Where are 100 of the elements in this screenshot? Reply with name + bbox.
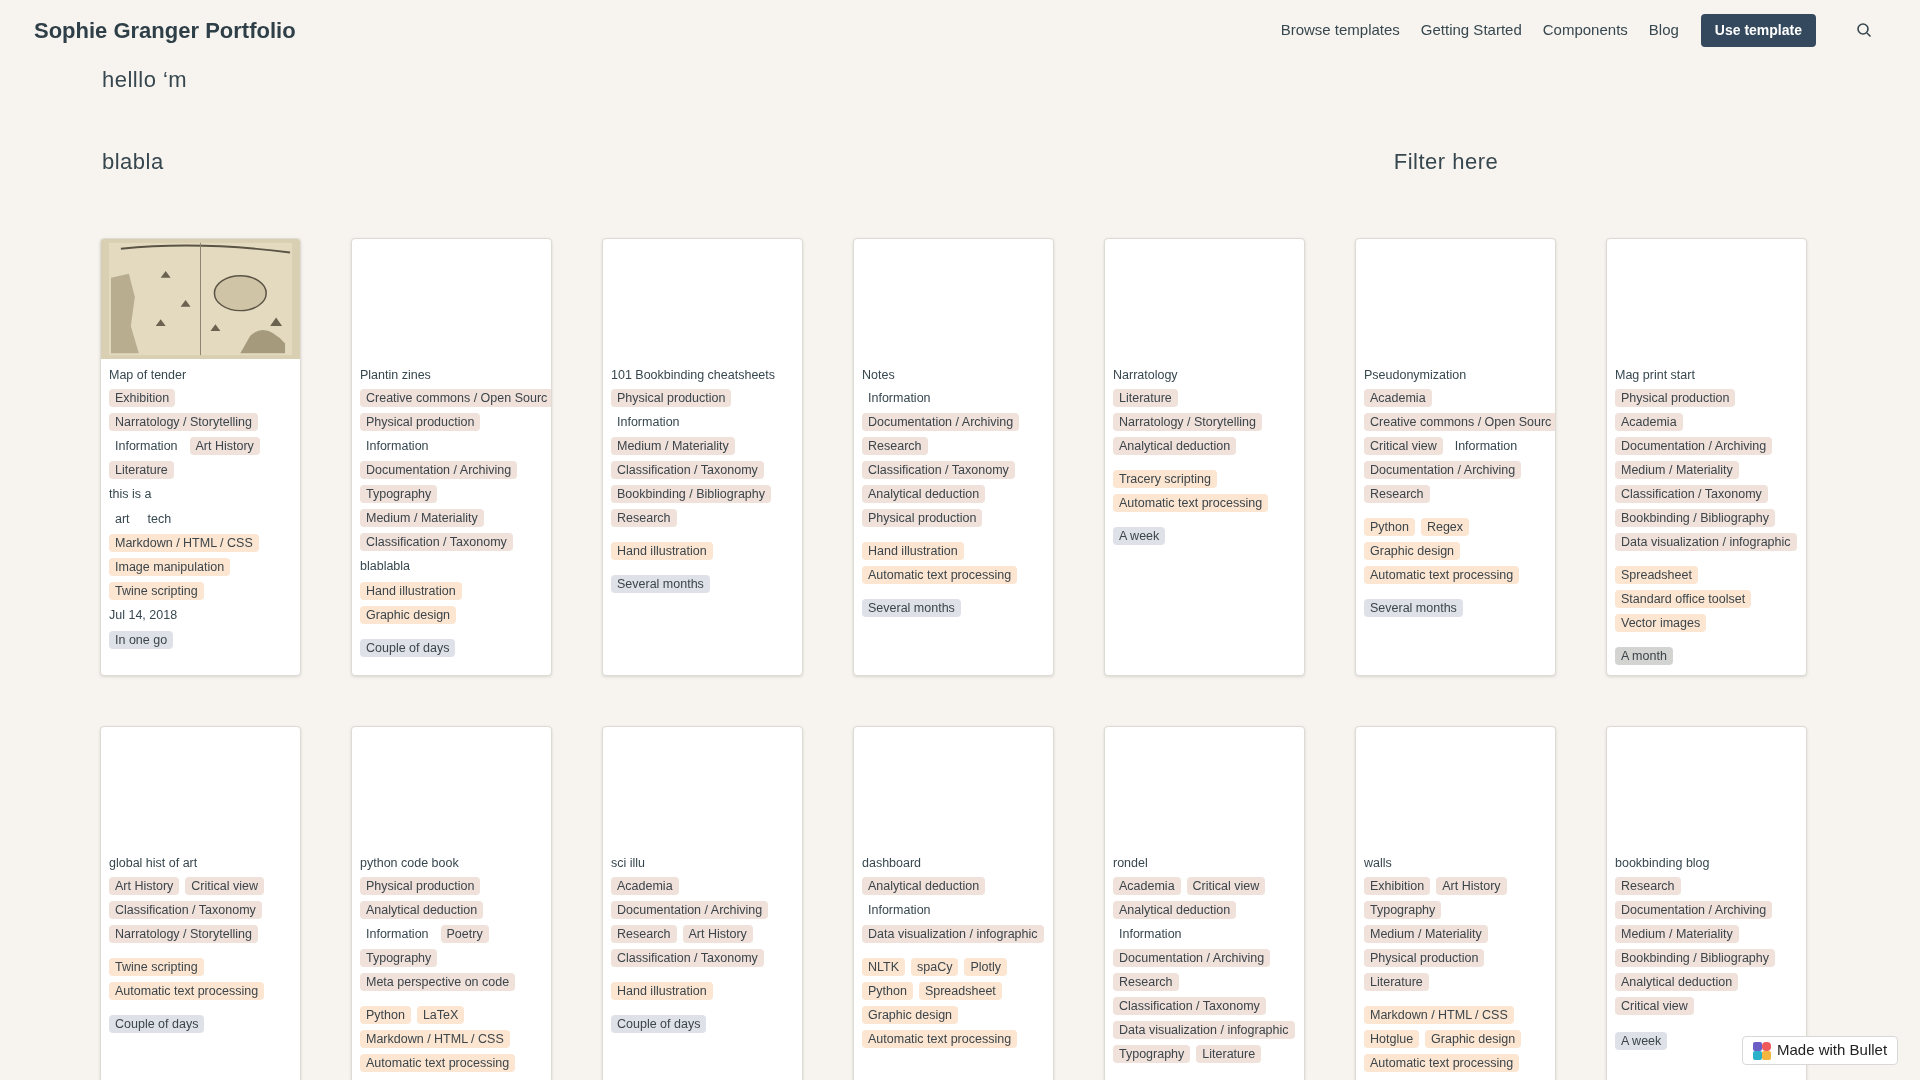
tag: Classification / Taxonomy bbox=[109, 901, 262, 919]
nav-link[interactable]: Browse templates bbox=[1280, 18, 1400, 42]
tag: Graphic design bbox=[360, 606, 457, 624]
tag: Tracery scripting bbox=[1113, 470, 1217, 488]
project-card[interactable]: sci illu Academia Documentation / Archiving Research Art History Classification / Taxonomy Hand illustration Couple of days bbox=[602, 726, 803, 1080]
nav-link[interactable]: Components bbox=[1542, 18, 1628, 42]
tag: Typography bbox=[360, 949, 438, 967]
tag: Regex bbox=[1420, 518, 1470, 536]
tag: Graphic design bbox=[1425, 1030, 1522, 1048]
tag: Documentation / Archiving bbox=[1615, 901, 1773, 919]
tag: Art History bbox=[682, 925, 753, 943]
tag: Art History bbox=[109, 877, 180, 895]
project-card[interactable]: Narratology Literature Narratology / Storytelling Analytical deduction Tracery scripting Automatic text processing A week bbox=[1104, 238, 1305, 676]
project-card[interactable]: walls Exhibition Art History Typography Medium / Materiality Physical production Literature Markdown / HTML / CSS Hotglue Graphic design Automatic text processing bbox=[1355, 726, 1556, 1080]
tag: Classification / Taxonomy bbox=[611, 461, 764, 479]
filter-label[interactable]: Filter here bbox=[1393, 148, 1499, 190]
tag-label: Information bbox=[365, 438, 430, 455]
tag: Automatic text processing bbox=[862, 566, 1018, 584]
made-with-bullet-badge[interactable]: Made with Bullet bbox=[1742, 1036, 1899, 1065]
tag: Analytical deduction bbox=[360, 901, 484, 919]
card-text: this is a bbox=[109, 486, 153, 502]
tag-label: Information bbox=[114, 438, 179, 455]
tag: Critical view bbox=[1364, 437, 1443, 455]
tag: Physical production bbox=[862, 509, 983, 527]
tag: Markdown / HTML / CSS bbox=[109, 534, 259, 552]
project-card[interactable]: rondel Academia Critical view Analytical deduction Information Documentation / Archiving Research Classification / Taxonomy Data visualization / infographic Typography Literature bbox=[1104, 726, 1305, 1080]
use-template-button[interactable]: Use template bbox=[1700, 13, 1816, 47]
card-title: Plantin zines bbox=[360, 367, 432, 383]
project-card[interactable]: dashboard Analytical deduction Information Data visualization / infographic NLTK spaCy Plotly Python Spreadsheet Graphic design Automatic text processing bbox=[853, 726, 1054, 1080]
tag: Art History bbox=[189, 437, 260, 455]
tag: Vector images bbox=[1615, 614, 1707, 632]
tag: Academia bbox=[1364, 389, 1432, 407]
tag: Narratology / Storytelling bbox=[1113, 413, 1262, 431]
card-title: 101 Bookbinding cheatsheets bbox=[611, 367, 776, 383]
tag: Image manipulation bbox=[109, 558, 231, 576]
project-card[interactable]: global hist of art Art History Critical view Classification / Taxonomy Narratology / Storytelling Twine scripting Automatic text processing Couple of days bbox=[100, 726, 301, 1080]
tag: spaCy bbox=[911, 958, 959, 976]
project-card[interactable]: Map of tender Exhibition Narratology / Storytelling Information Art History Literature this is a art tech Markdown / HTML / CSS Image manipulation Twine scripting Jul 14, 2018 In one go bbox=[100, 238, 301, 676]
tag: Bookbinding / Bibliography bbox=[1615, 509, 1776, 527]
tag: Hand illustration bbox=[611, 982, 713, 1000]
tag: Physical production bbox=[1364, 949, 1485, 967]
tag: Medium / Materiality bbox=[1615, 461, 1739, 479]
greeting-text: helllo ‘m bbox=[102, 66, 189, 94]
tag: Physical production bbox=[611, 389, 732, 407]
tag: Standard office toolset bbox=[1615, 590, 1752, 608]
project-card[interactable]: python code book Physical production Analytical deduction Information Poetry Typography Meta perspective on code Python LaTeX Markdown / HTML / CSS Automatic text processing bbox=[351, 726, 552, 1080]
project-card[interactable]: 101 Bookbinding cheatsheets Physical production Information Medium / Materiality Classification / Taxonomy Bookbinding / Bibliography Research Hand illustration Several months bbox=[602, 238, 803, 676]
site-title[interactable]: Sophie Granger Portfolio bbox=[34, 13, 296, 47]
card-title: walls bbox=[1364, 855, 1393, 871]
tag: Analytical deduction bbox=[1113, 901, 1237, 919]
card-title: rondel bbox=[1113, 855, 1149, 871]
tag: Documentation / Archiving bbox=[1364, 461, 1522, 479]
card-title: python code book bbox=[360, 855, 460, 871]
tag: Couple of days bbox=[109, 1015, 205, 1033]
card-title: global hist of art bbox=[109, 855, 199, 871]
tag-label: Information bbox=[365, 926, 430, 943]
logo-icon bbox=[1753, 1041, 1771, 1060]
card-title: Mag print start bbox=[1615, 367, 1696, 383]
tag: A week bbox=[1615, 1032, 1668, 1050]
project-card[interactable] bbox=[351, 238, 552, 676]
card-text: blablabla bbox=[360, 558, 412, 574]
search-icon[interactable] bbox=[1856, 22, 1872, 38]
tag: Physical production bbox=[1615, 389, 1736, 407]
project-card[interactable]: Notes Information Documentation / Archiving Research Classification / Taxonomy Analytical deduction Physical production Hand illustration Automatic text processing Several months bbox=[853, 238, 1054, 676]
nav-link[interactable]: Getting Started bbox=[1420, 18, 1522, 42]
tag: Research bbox=[1113, 973, 1179, 991]
tag: Several months bbox=[1364, 599, 1463, 617]
tag: Research bbox=[1364, 485, 1430, 503]
section-heading: blabla bbox=[102, 148, 164, 176]
nav-link[interactable]: Blog bbox=[1648, 18, 1679, 42]
tag: A week bbox=[1113, 527, 1166, 545]
tag: Spreadsheet bbox=[1615, 566, 1698, 584]
tag-label: art bbox=[114, 511, 131, 528]
tag: In one go bbox=[109, 631, 174, 649]
tag: Markdown / HTML / CSS bbox=[1364, 1006, 1514, 1024]
tag: Physical production bbox=[360, 413, 481, 431]
tag: Literature bbox=[1364, 973, 1429, 991]
tag-label: tech bbox=[146, 511, 173, 528]
project-card[interactable] bbox=[1606, 238, 1807, 676]
tag: Narratology / Storytelling bbox=[109, 413, 258, 431]
tag: Hotglue bbox=[1364, 1030, 1420, 1048]
tag: LaTeX bbox=[416, 1006, 465, 1024]
tag: Physical production bbox=[360, 877, 481, 895]
tag: Creative commons / Open Sourc bbox=[1364, 413, 1555, 431]
tag: Several months bbox=[862, 599, 961, 617]
tag: Literature bbox=[1113, 389, 1178, 407]
tag: Hand illustration bbox=[360, 582, 462, 600]
tag: Hand illustration bbox=[862, 542, 964, 560]
tag: Critical view bbox=[185, 877, 265, 895]
card-title: sci illu bbox=[611, 855, 647, 871]
tag: Exhibition bbox=[1364, 877, 1431, 895]
tag: Analytical deduction bbox=[862, 877, 986, 895]
tag: A month bbox=[1615, 647, 1673, 665]
tag: Research bbox=[611, 509, 677, 527]
tag-label: Information bbox=[867, 902, 932, 919]
tag: Classification / Taxonomy bbox=[1615, 485, 1768, 503]
tag: Documentation / Archiving bbox=[360, 461, 518, 479]
tag: Academia bbox=[1113, 877, 1181, 895]
tag: Classification / Taxonomy bbox=[360, 533, 513, 551]
project-card[interactable]: Pseudonymization Academia Creative commons / Open Sourc Critical view Information Documentation / Archiving Research Python Regex Graphic design Automatic text processing Several months bbox=[1355, 238, 1556, 676]
